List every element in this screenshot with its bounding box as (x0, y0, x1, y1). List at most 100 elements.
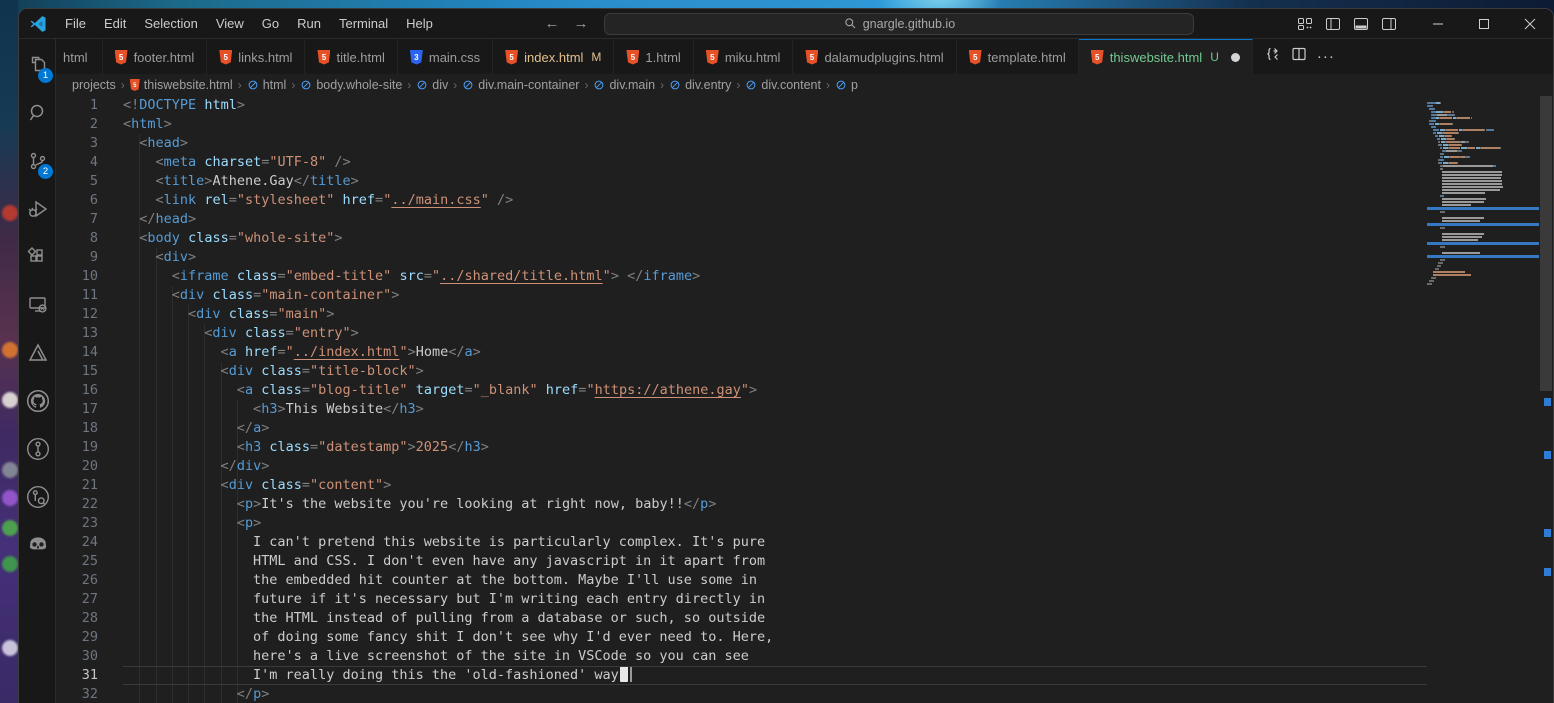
line-number[interactable]: 5 (56, 172, 123, 191)
maximize-button[interactable] (1461, 9, 1507, 39)
code-line-13[interactable]: 13 <div class="entry"> (56, 324, 1427, 343)
menu-item-edit[interactable]: Edit (95, 13, 135, 34)
tab-1-html[interactable]: 51.html (614, 39, 693, 74)
line-number[interactable]: 25 (56, 552, 123, 571)
toggle-panel-icon[interactable] (1353, 16, 1369, 32)
line-number[interactable]: 14 (56, 343, 123, 362)
customize-layout-icon[interactable] (1297, 16, 1313, 32)
code-line-22[interactable]: 22 <p>It's the website you're looking at… (56, 495, 1427, 514)
activity-item-remote-explorer[interactable] (19, 281, 56, 329)
line-number[interactable]: 20 (56, 457, 123, 476)
menu-item-run[interactable]: Run (288, 13, 330, 34)
line-number[interactable]: 30 (56, 647, 123, 666)
line-number[interactable]: 21 (56, 476, 123, 495)
code-line-12[interactable]: 12 <div class="main"> (56, 305, 1427, 324)
line-number[interactable]: 32 (56, 685, 123, 703)
code-line-31[interactable]: 31 I'm really doing this the 'old-fashio… (56, 666, 1427, 685)
breadcrumb-item-p[interactable]: p (835, 78, 858, 92)
code-line-25[interactable]: 25 HTML and CSS. I don't even have any j… (56, 552, 1427, 571)
tab-template-html[interactable]: 5template.html (957, 39, 1079, 74)
tab-miku-html[interactable]: 5miku.html (694, 39, 794, 74)
activity-item-explorer[interactable]: 1 (19, 41, 56, 89)
menu-item-selection[interactable]: Selection (135, 13, 206, 34)
line-number[interactable]: 24 (56, 533, 123, 552)
code-line-1[interactable]: 1<!DOCTYPE html> (56, 96, 1427, 115)
code-line-10[interactable]: 10 <iframe class="embed-title" src="../s… (56, 267, 1427, 286)
activity-item-azure[interactable] (19, 329, 56, 377)
minimize-button[interactable] (1415, 9, 1461, 39)
line-number[interactable]: 7 (56, 210, 123, 229)
more-actions-icon[interactable]: ··· (1317, 48, 1335, 65)
code-line-24[interactable]: 24 I can't pretend this website is parti… (56, 533, 1427, 552)
line-number[interactable]: 6 (56, 191, 123, 210)
code-line-4[interactable]: 4 <meta charset="UTF-8" /> (56, 153, 1427, 172)
line-number[interactable]: 27 (56, 590, 123, 609)
nav-back-button[interactable]: ← (544, 15, 559, 32)
tab-dalamudplugins-html[interactable]: 5dalamudplugins.html (793, 39, 956, 74)
tab-thiswebsite-html[interactable]: 5thiswebsite.htmlU (1079, 39, 1253, 74)
activity-item-run-debug[interactable] (19, 185, 56, 233)
line-number[interactable]: 31 (56, 666, 123, 685)
minimap[interactable] (1427, 96, 1539, 703)
code-line-6[interactable]: 6 <link rel="stylesheet" href="../main.c… (56, 191, 1427, 210)
breadcrumb-item-div-entry[interactable]: div.entry (669, 78, 731, 92)
code-line-2[interactable]: 2<html> (56, 115, 1427, 134)
code-line-3[interactable]: 3 <head> (56, 134, 1427, 153)
code-line-17[interactable]: 17 <h3>This Website</h3> (56, 400, 1427, 419)
unsaved-dot-icon[interactable] (1231, 53, 1240, 62)
code-line-5[interactable]: 5 <title>Athene.Gay</title> (56, 172, 1427, 191)
breadcrumb-item-body-whole-site[interactable]: body.whole-site (300, 78, 402, 92)
breadcrumb-item-thiswebsite-html[interactable]: 5thiswebsite.html (130, 78, 233, 92)
line-number[interactable]: 9 (56, 248, 123, 267)
open-changes-icon[interactable] (1265, 46, 1281, 67)
code-line-15[interactable]: 15 <div class="title-block"> (56, 362, 1427, 381)
line-number[interactable]: 3 (56, 134, 123, 153)
line-number[interactable]: 17 (56, 400, 123, 419)
code-line-16[interactable]: 16 <a class="blog-title" target="_blank"… (56, 381, 1427, 400)
code-line-14[interactable]: 14 <a href="../index.html">Home</a> (56, 343, 1427, 362)
activity-item-gitlens-inspect[interactable] (19, 473, 56, 521)
code-line-11[interactable]: 11 <div class="main-container"> (56, 286, 1427, 305)
line-number[interactable]: 4 (56, 153, 123, 172)
code-line-28[interactable]: 28 the HTML instead of pulling from a da… (56, 609, 1427, 628)
command-center-search[interactable]: gnargle.github.io (604, 13, 1194, 35)
line-number[interactable]: 2 (56, 115, 123, 134)
code-pane[interactable]: 1<!DOCTYPE html>2<html>3 <head>4 <meta c… (56, 96, 1427, 703)
menu-item-view[interactable]: View (207, 13, 253, 34)
line-number[interactable]: 8 (56, 229, 123, 248)
tab-footer-html[interactable]: 5footer.html (103, 39, 208, 74)
line-number[interactable]: 1 (56, 96, 123, 115)
code-line-23[interactable]: 23 <p> (56, 514, 1427, 533)
breadcrumb-item-div-main-container[interactable]: div.main-container (462, 78, 579, 92)
code-line-32[interactable]: 32 </p> (56, 685, 1427, 703)
line-number[interactable]: 10 (56, 267, 123, 286)
line-number[interactable]: 23 (56, 514, 123, 533)
tab-index-html[interactable]: 5index.htmlM (493, 39, 614, 74)
code-line-27[interactable]: 27 future if it's necessary but I'm writ… (56, 590, 1427, 609)
line-number[interactable]: 18 (56, 419, 123, 438)
code-line-7[interactable]: 7 </head> (56, 210, 1427, 229)
scrollbar-thumb[interactable] (1540, 96, 1552, 391)
close-button[interactable] (1507, 9, 1553, 39)
breadcrumb-item-div[interactable]: div (416, 78, 448, 92)
line-number[interactable]: 11 (56, 286, 123, 305)
line-number[interactable]: 26 (56, 571, 123, 590)
breadcrumb-item-html[interactable]: html (247, 78, 287, 92)
code-line-18[interactable]: 18 </a> (56, 419, 1427, 438)
line-number[interactable]: 12 (56, 305, 123, 324)
breadcrumb-item-projects[interactable]: projects (72, 78, 116, 92)
activity-item-search[interactable] (19, 89, 56, 137)
code-line-21[interactable]: 21 <div class="content"> (56, 476, 1427, 495)
breadcrumb-item-div-main[interactable]: div.main (593, 78, 655, 92)
menu-item-file[interactable]: File (56, 13, 95, 34)
tab-links-html[interactable]: 5links.html (207, 39, 305, 74)
line-number[interactable]: 28 (56, 609, 123, 628)
code-line-30[interactable]: 30 here's a live screenshot of the site … (56, 647, 1427, 666)
menu-item-terminal[interactable]: Terminal (330, 13, 397, 34)
activity-item-godot[interactable] (19, 521, 56, 569)
line-number[interactable]: 13 (56, 324, 123, 343)
line-number[interactable]: 16 (56, 381, 123, 400)
tab-main-css[interactable]: 3main.css (398, 39, 493, 74)
tab-title-html[interactable]: 5title.html (305, 39, 397, 74)
breadcrumb-item-div-content[interactable]: div.content (745, 78, 821, 92)
